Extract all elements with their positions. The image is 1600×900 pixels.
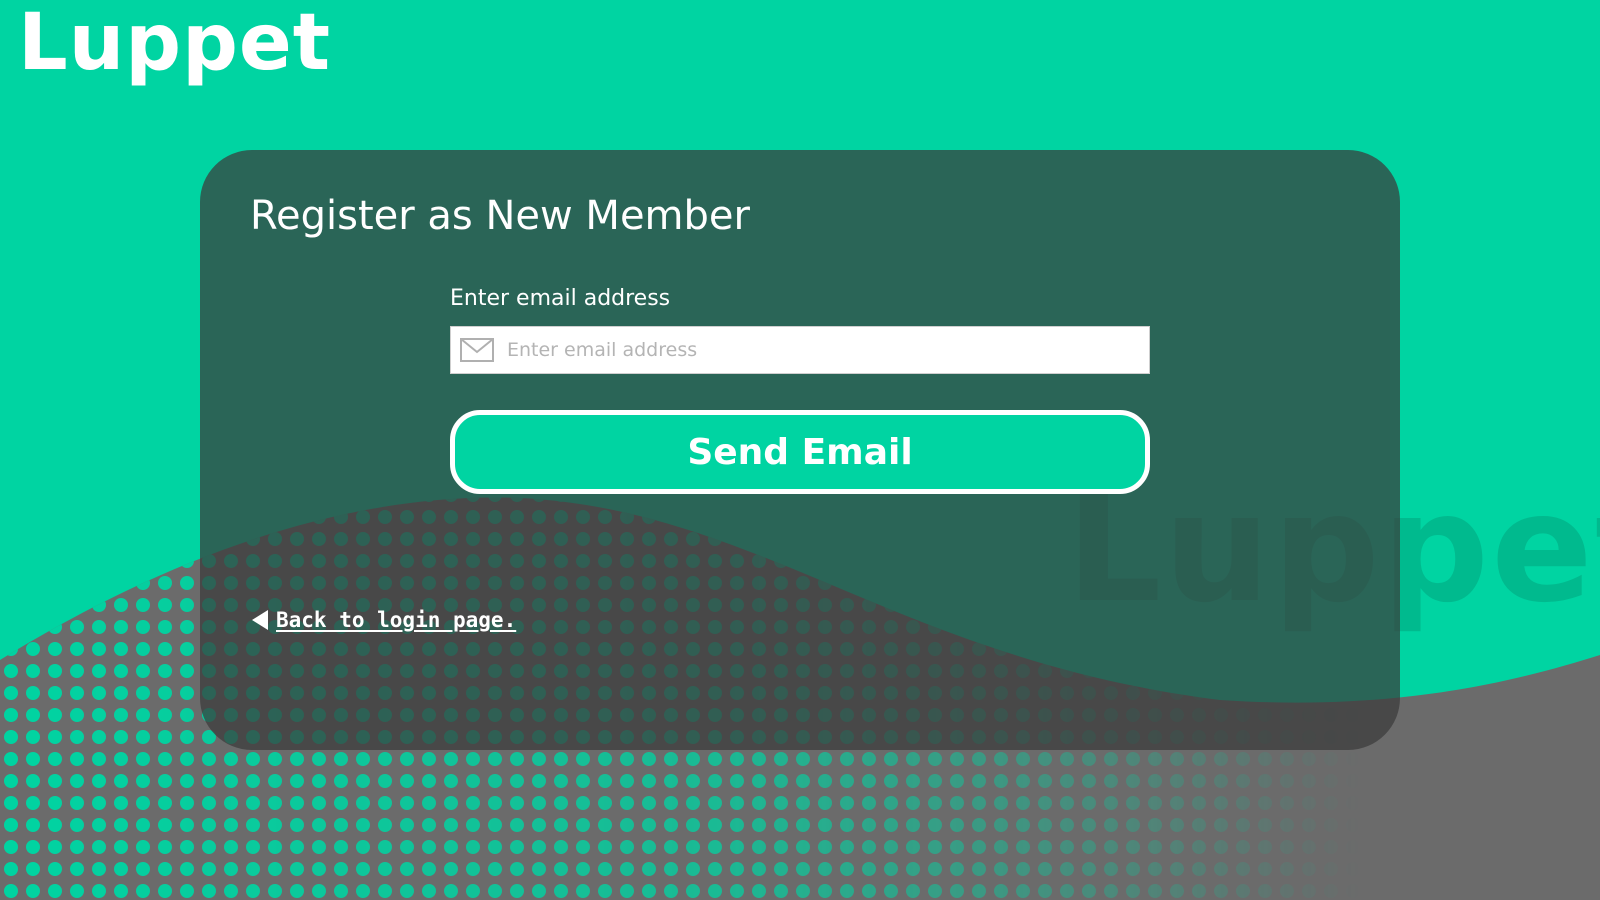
brand-logo: Luppet bbox=[18, 0, 332, 88]
email-input[interactable] bbox=[505, 326, 1149, 374]
email-label: Enter email address bbox=[450, 286, 671, 311]
send-email-button[interactable]: Send Email bbox=[450, 410, 1150, 494]
register-card: Register as New Member Enter email addre… bbox=[200, 150, 1400, 750]
page-background: Luppet Luppet Register as New Member Ent… bbox=[0, 0, 1600, 900]
back-to-login-link[interactable]: Back to login page. bbox=[252, 608, 516, 632]
email-field[interactable] bbox=[450, 326, 1150, 374]
mail-icon bbox=[459, 336, 495, 364]
page-title: Register as New Member bbox=[250, 193, 750, 239]
triangle-left-icon bbox=[252, 610, 268, 630]
back-to-login-label: Back to login page. bbox=[276, 608, 517, 632]
